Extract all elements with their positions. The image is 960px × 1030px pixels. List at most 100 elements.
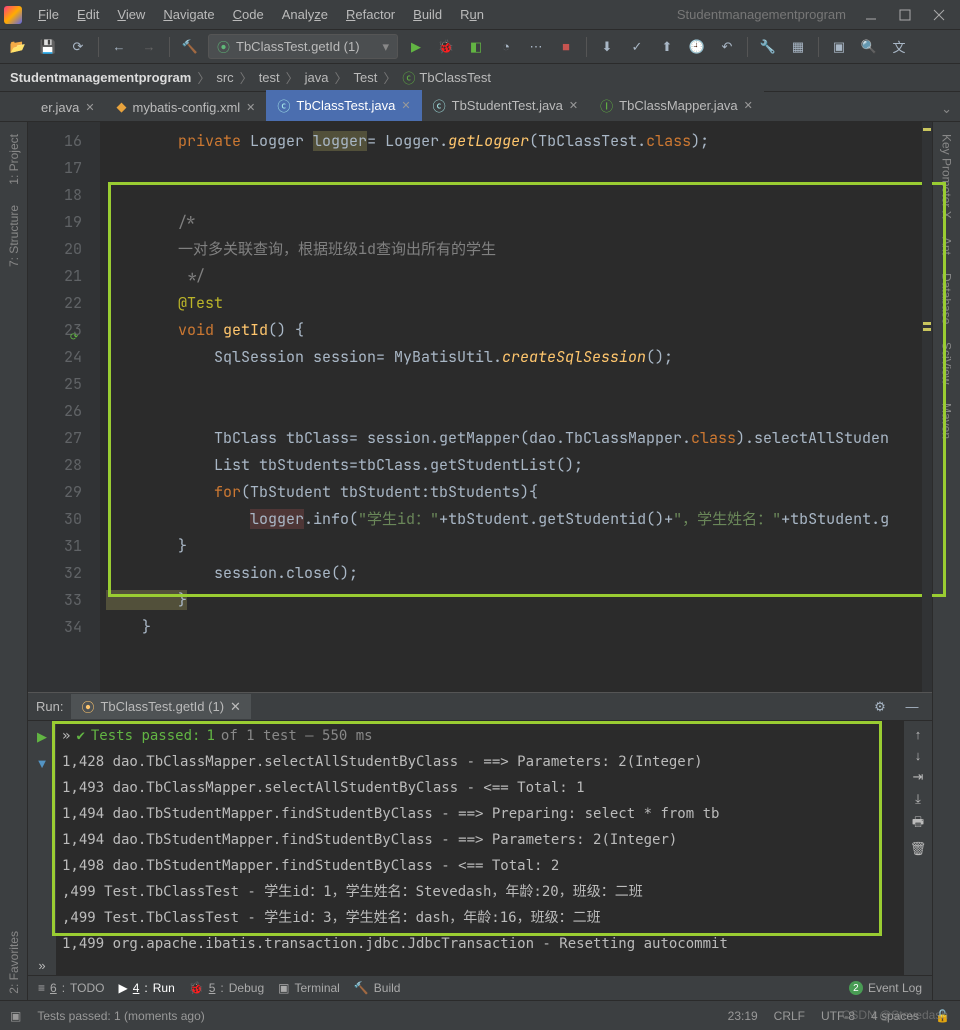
line-separator[interactable]: CRLF: [774, 1009, 805, 1023]
breadcrumb-class[interactable]: ⓒ TbClassTest: [402, 68, 491, 87]
status-bar: ▣ Tests passed: 1 (moments ago) 23:19 CR…: [0, 1000, 960, 1030]
caret-position[interactable]: 23:19: [728, 1009, 758, 1023]
open-button[interactable]: 📂: [6, 35, 30, 59]
tool-terminal[interactable]: ▣ Terminal: [278, 981, 340, 995]
run-tab[interactable]: ⦿ TbClassTest.getId (1) ✕: [71, 694, 250, 719]
run-button[interactable]: ▶: [404, 35, 428, 59]
close-icon[interactable]: ✕: [401, 99, 410, 112]
tab-mybatis-config[interactable]: ◆mybatis-config.xml✕: [106, 93, 267, 121]
breadcrumb-project[interactable]: Studentmanagementprogram: [10, 70, 191, 85]
run-hide-button[interactable]: —: [900, 695, 924, 719]
forward-button[interactable]: →: [137, 35, 161, 59]
status-message: Tests passed: 1 (moments ago): [37, 1009, 204, 1023]
close-icon[interactable]: ✕: [569, 99, 578, 112]
save-all-button[interactable]: 💾: [36, 35, 60, 59]
menu-view[interactable]: View: [109, 4, 153, 25]
code-area[interactable]: private Logger logger= Logger.getLogger(…: [100, 122, 932, 692]
app-logo-icon: [4, 6, 22, 24]
sync-button[interactable]: ⟳: [66, 35, 90, 59]
vcs-update-button[interactable]: ⬇: [595, 35, 619, 59]
menu-file[interactable]: File: [30, 4, 67, 25]
vcs-revert-button[interactable]: ↶: [715, 35, 739, 59]
tool-keypromoter[interactable]: Key Promoter X: [938, 128, 956, 225]
tool-sciview[interactable]: SciView: [938, 336, 956, 390]
soft-wrap-button[interactable]: ⇥: [913, 769, 924, 785]
back-button[interactable]: ←: [107, 35, 131, 59]
tool-run[interactable]: ▶ 4: Run: [119, 981, 175, 995]
vcs-commit-button[interactable]: ✓: [625, 35, 649, 59]
menu-navigate[interactable]: Navigate: [155, 4, 222, 25]
vcs-history-button[interactable]: 🕘: [685, 35, 709, 59]
menu-analyze[interactable]: Analyze: [274, 4, 336, 25]
translate-button[interactable]: 文: [887, 35, 911, 59]
breadcrumb-package[interactable]: Test: [354, 70, 378, 85]
run-config-selector[interactable]: ⦿ TbClassTest.getId (1) ▾: [208, 34, 398, 59]
tab-tbstudenttest[interactable]: ⓒTbStudentTest.java✕: [422, 90, 590, 121]
settings-button[interactable]: 🔧: [756, 35, 780, 59]
stop-button[interactable]: ■: [554, 35, 578, 59]
tool-project[interactable]: 1: Project: [5, 128, 23, 191]
close-icon[interactable]: ✕: [246, 101, 255, 114]
minimize-button[interactable]: [854, 2, 888, 28]
menu-code[interactable]: Code: [225, 4, 272, 25]
menu-refactor[interactable]: Refactor: [338, 4, 403, 25]
vcs-push-button[interactable]: ⬆: [655, 35, 679, 59]
clear-button[interactable]: 🗑: [910, 841, 927, 857]
editor-gutter[interactable]: 1617181920212223⟳2425262728293031323334: [28, 122, 100, 692]
window-title: Studentmanagementprogram: [677, 7, 846, 22]
tool-database[interactable]: Database: [938, 267, 956, 330]
close-icon[interactable]: ✕: [85, 101, 94, 114]
breadcrumb-src[interactable]: src: [216, 70, 233, 85]
profile-button[interactable]: ◔: [494, 35, 518, 59]
tool-build[interactable]: 🔨 Build: [354, 981, 401, 995]
scroll-end-button[interactable]: ⤓: [915, 791, 921, 807]
java-test-icon: ⓒ: [433, 96, 446, 115]
tabs-overflow-button[interactable]: ⌄: [933, 97, 960, 121]
error-stripe[interactable]: [922, 122, 932, 692]
toggle-button[interactable]: ▼: [32, 753, 52, 773]
close-icon[interactable]: ✕: [230, 699, 241, 715]
tab-er-java[interactable]: er.java✕: [30, 94, 106, 121]
tool-debug[interactable]: 🐞 5: Debug: [189, 981, 264, 995]
print-button[interactable]: 🖶: [912, 813, 924, 835]
event-count-badge: 2: [849, 981, 863, 995]
run-settings-button[interactable]: ⚙: [868, 695, 892, 719]
maximize-button[interactable]: [888, 2, 922, 28]
xml-icon: ◆: [117, 99, 127, 115]
tool-todo[interactable]: ≡ 6: TODO: [38, 981, 105, 995]
event-log-button[interactable]: 2 Event Log: [849, 981, 922, 995]
close-icon[interactable]: ✕: [744, 99, 753, 112]
coverage-button[interactable]: ◧: [464, 35, 488, 59]
code-with-me-button[interactable]: ▣: [827, 35, 851, 59]
build-button[interactable]: 🔨: [178, 35, 202, 59]
run-console[interactable]: » ✔ Tests passed: 1 of 1 test – 550 ms 1…: [56, 721, 904, 975]
status-icon: ▣: [10, 1009, 21, 1023]
tool-maven[interactable]: Maven: [938, 397, 956, 445]
console-line: 1,498 dao.TbStudentMapper.findStudentByC…: [62, 853, 898, 879]
attach-button[interactable]: ⋯: [524, 35, 548, 59]
tab-tbclasstest[interactable]: ⓒTbClassTest.java✕: [266, 90, 421, 121]
scroll-up-button[interactable]: ↑: [915, 727, 922, 742]
code-editor[interactable]: 1617181920212223⟳2425262728293031323334 …: [28, 122, 932, 692]
search-everywhere-button[interactable]: 🔍: [857, 35, 881, 59]
breadcrumb-java[interactable]: java: [305, 70, 329, 85]
debug-button[interactable]: 🐞: [434, 35, 458, 59]
test-config-icon: ⦿: [217, 37, 230, 56]
scroll-down-button[interactable]: ↓: [915, 748, 922, 763]
menu-edit[interactable]: Edit: [69, 4, 107, 25]
tab-tbclassmapper[interactable]: ⒾTbClassMapper.java✕: [589, 90, 764, 121]
menu-run[interactable]: Run: [452, 4, 492, 25]
run-tool-window: Run: ⦿ TbClassTest.getId (1) ✕ ⚙ — ▶ ▼ »…: [28, 692, 932, 975]
main-menu: File Edit View Navigate Code Analyze Ref…: [30, 4, 492, 25]
tool-structure[interactable]: 7: Structure: [5, 199, 23, 273]
tool-favorites[interactable]: 2: Favorites: [5, 925, 23, 1000]
console-line: 1,499 org.apache.ibatis.transaction.jdbc…: [62, 931, 898, 957]
tool-ant[interactable]: Ant: [938, 231, 956, 261]
project-structure-button[interactable]: ▦: [786, 35, 810, 59]
run-left-toolbar: ▶ ▼ »: [28, 721, 56, 975]
expand-button[interactable]: »: [32, 955, 52, 975]
close-button[interactable]: [922, 2, 956, 28]
rerun-button[interactable]: ▶: [32, 727, 52, 747]
menu-build[interactable]: Build: [405, 4, 450, 25]
breadcrumb-test[interactable]: test: [259, 70, 280, 85]
